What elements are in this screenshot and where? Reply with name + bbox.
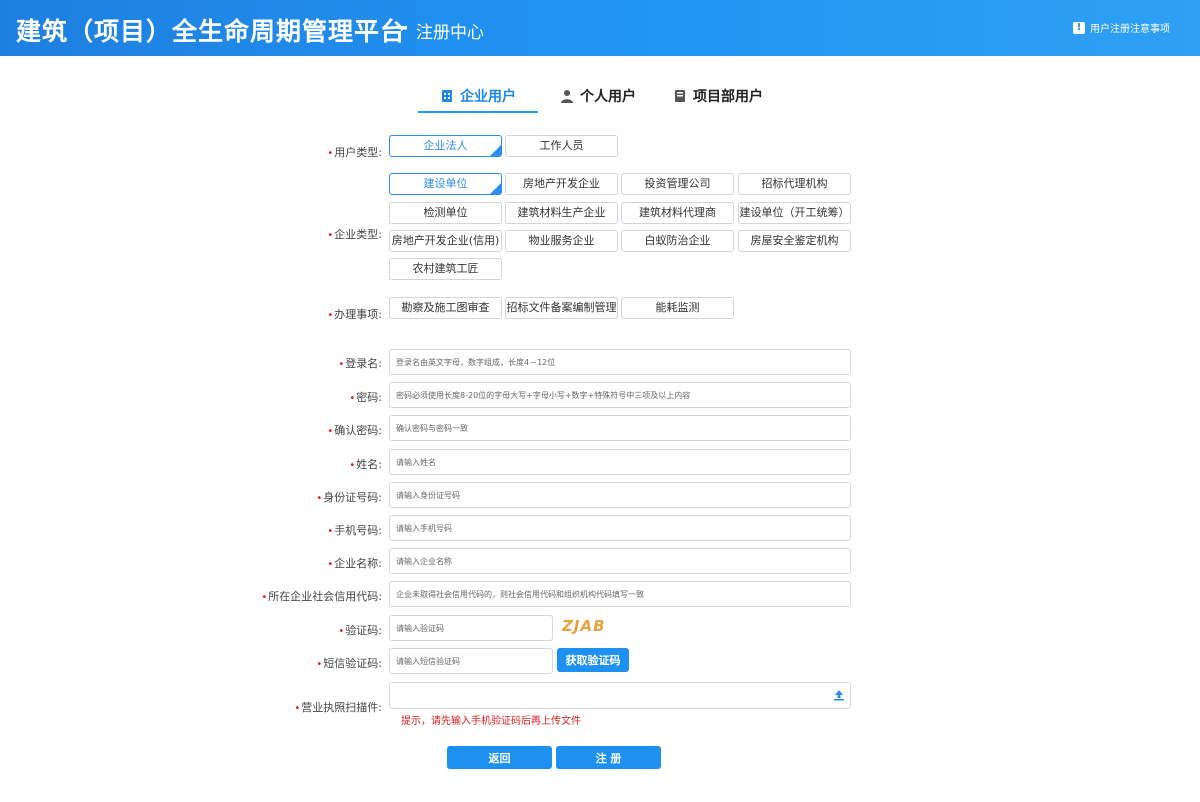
enterprise-icon [442,90,452,102]
enterprise-type-option[interactable]: 投资管理公司 [621,173,734,195]
company-name-input[interactable] [389,548,851,574]
enterprise-type-option[interactable]: 物业服务企业 [505,230,618,252]
book-icon [675,90,685,102]
enterprise-type-option[interactable]: 建设单位 ✓ [389,173,502,195]
get-sms-code-button[interactable]: 获取验证码 [557,648,629,672]
user-type-option-staff[interactable]: 工作人员 [505,135,618,157]
company-name-label: •企业名称: [327,557,382,570]
header: 建筑（项目）全生命周期管理平台 - 注册中心 ! 用户注册注意事项 [0,0,1200,56]
enterprise-type-option[interactable]: 建设单位（开工统筹） [738,202,851,224]
enterprise-type-option[interactable]: 招标代理机构 [738,173,851,195]
id-card-label: •身份证号码: [316,491,382,504]
captcha-image[interactable]: ZJAB [562,617,606,635]
enterprise-type-option[interactable]: 白蚁防治企业 [621,230,734,252]
phone-label: •手机号码: [327,524,382,537]
user-type-option-legal[interactable]: 企业法人 ✓ [389,135,502,157]
back-button[interactable]: 返回 [447,746,552,769]
tab-label: 项目部用户 [693,89,763,105]
enterprise-type-option[interactable]: 房地产开发企业(信用) [389,230,502,252]
credit-code-input[interactable] [389,581,851,607]
business-option[interactable]: 招标文件备案编制管理 [505,297,618,319]
tab-label: 个人用户 [580,89,636,105]
notice-label: 用户注册注意事项 [1090,24,1170,35]
enterprise-type-option[interactable]: 检测单位 [389,202,502,224]
confirm-password-input[interactable] [389,415,851,441]
register-button[interactable]: 注 册 [556,746,661,769]
enterprise-type-option[interactable]: 建筑材料代理商 [621,202,734,224]
id-card-input[interactable] [389,482,851,508]
business-option[interactable]: 能耗监测 [621,297,734,319]
license-label: •营业执照扫描件: [294,701,382,714]
title-separator: - [398,12,409,41]
check-icon: ✓ [494,183,500,191]
platform-title: 建筑（项目）全生命周期管理平台 [16,17,407,46]
sms-code-label: •短信验证码: [316,657,382,670]
enterprise-type-option[interactable]: 建筑材料生产企业 [505,202,618,224]
enterprise-type-option[interactable]: 房地产开发企业 [505,173,618,195]
sms-code-input[interactable] [389,648,553,674]
captcha-input[interactable] [389,615,553,641]
enterprise-type-option[interactable]: 房屋安全鉴定机构 [738,230,851,252]
page-subtitle: 注册中心 [416,23,484,43]
notice-icon: ! [1073,21,1085,34]
user-category-tabs: 企业用户 个人用户 项目部用户 [418,80,778,113]
person-icon [561,90,573,103]
login-name-input[interactable] [389,349,851,375]
upload-icon [834,690,844,701]
name-label: •姓名: [349,458,382,471]
credit-code-label: •所在企业社会信用代码: [261,590,382,603]
enterprise-type-option[interactable]: 农村建筑工匠 [389,258,502,280]
tab-enterprise-user[interactable]: 企业用户 [418,80,538,113]
confirm-password-label: •确认密码: [327,424,382,437]
registration-notice-link[interactable]: ! 用户注册注意事项 [1073,20,1170,35]
captcha-label: •验证码: [338,624,382,637]
login-label: •登录名: [338,357,382,370]
phone-input[interactable] [389,515,851,541]
business-items-label: •办理事项: [327,308,382,321]
check-icon: ✓ [494,145,500,153]
tab-label: 企业用户 [460,89,516,105]
upload-hint: 提示，请先输入手机验证码后再上传文件 [401,716,581,727]
password-input[interactable] [389,382,851,408]
password-label: •密码: [349,391,382,404]
business-option[interactable]: 勘察及施工图审查 [389,297,502,319]
tab-project-user[interactable]: 项目部用户 [658,80,778,112]
enterprise-type-label: •企业类型: [327,228,382,241]
license-upload-field[interactable] [389,682,851,709]
tab-personal-user[interactable]: 个人用户 [538,80,658,112]
user-type-label: •用户类型: [327,146,382,159]
name-input[interactable] [389,449,851,475]
